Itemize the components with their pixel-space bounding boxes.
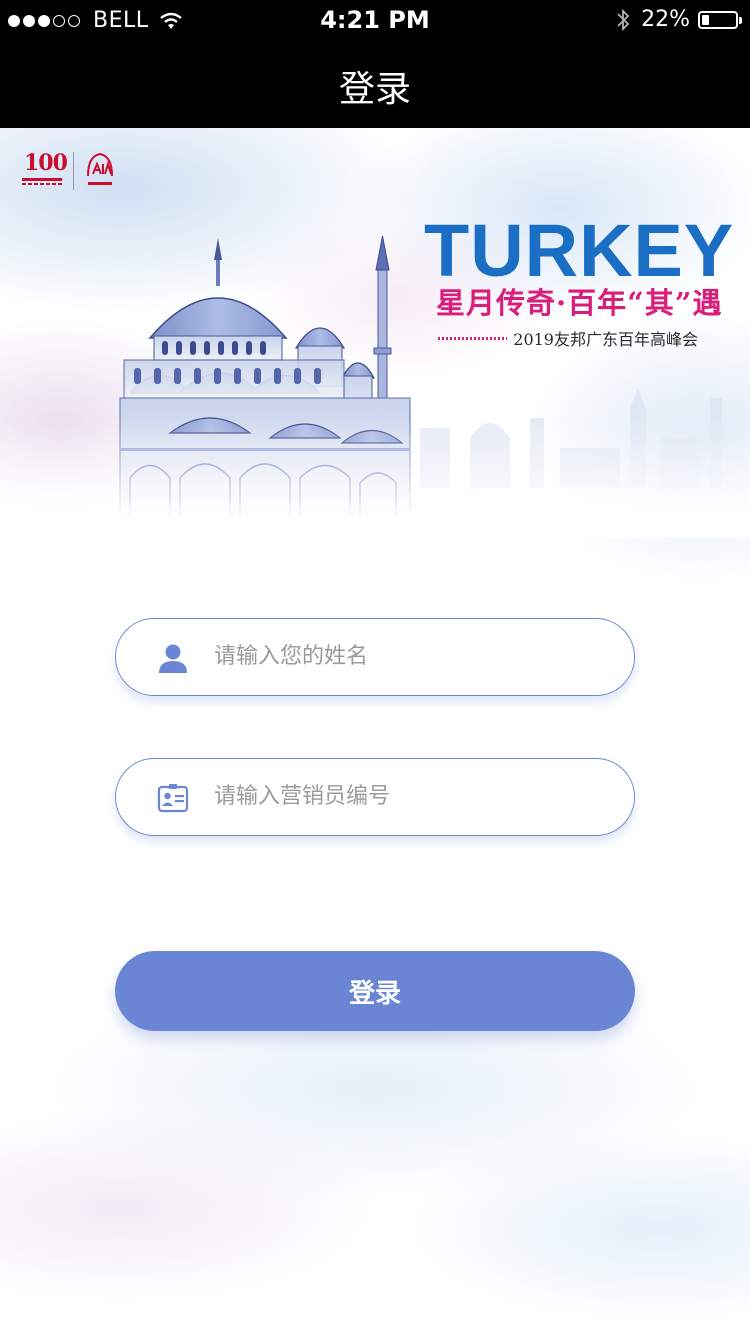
page-title: 登录 bbox=[338, 69, 411, 110]
agent-code-input[interactable] bbox=[214, 759, 604, 834]
status-right: 22% bbox=[615, 7, 742, 32]
id-card-icon bbox=[157, 784, 189, 813]
anniversary-logo-tagline bbox=[22, 183, 64, 185]
name-field[interactable] bbox=[115, 618, 635, 696]
turkey-title: TURKEY bbox=[424, 209, 735, 292]
turkey-subtitle: 星月传奇·百年“其”遇 bbox=[436, 286, 723, 320]
anniversary-logo-number: 100 bbox=[24, 150, 68, 176]
user-icon bbox=[159, 644, 187, 673]
name-input[interactable] bbox=[214, 619, 604, 694]
anniversary-logo-bar bbox=[22, 178, 62, 181]
event-line-decoration bbox=[438, 336, 508, 340]
nav-bar: 登录 bbox=[0, 40, 750, 128]
battery-percent: 22% bbox=[641, 7, 690, 32]
login-button[interactable]: 登录 bbox=[115, 951, 635, 1031]
logo-divider bbox=[73, 152, 74, 190]
battery-icon bbox=[698, 10, 742, 29]
mosque-illustration bbox=[119, 235, 411, 518]
anniversary-logo: 100 bbox=[22, 150, 68, 190]
login-content: 100 TURKEY 星月传奇·百年“其”遇 2019友邦广东百年高峰会 请输入… bbox=[0, 128, 750, 1334]
status-bar: BELL 4:21 PM 22% bbox=[0, 0, 750, 40]
event-line-text: 2019友邦广东百年高峰会 bbox=[513, 330, 698, 349]
event-line: 2019友邦广东百年高峰会 bbox=[438, 326, 698, 350]
aia-logo bbox=[87, 152, 113, 185]
bluetooth-icon bbox=[617, 8, 630, 31]
battery-level bbox=[702, 14, 709, 25]
agent-code-field[interactable] bbox=[115, 758, 635, 836]
skyline-silhouette bbox=[420, 388, 722, 488]
